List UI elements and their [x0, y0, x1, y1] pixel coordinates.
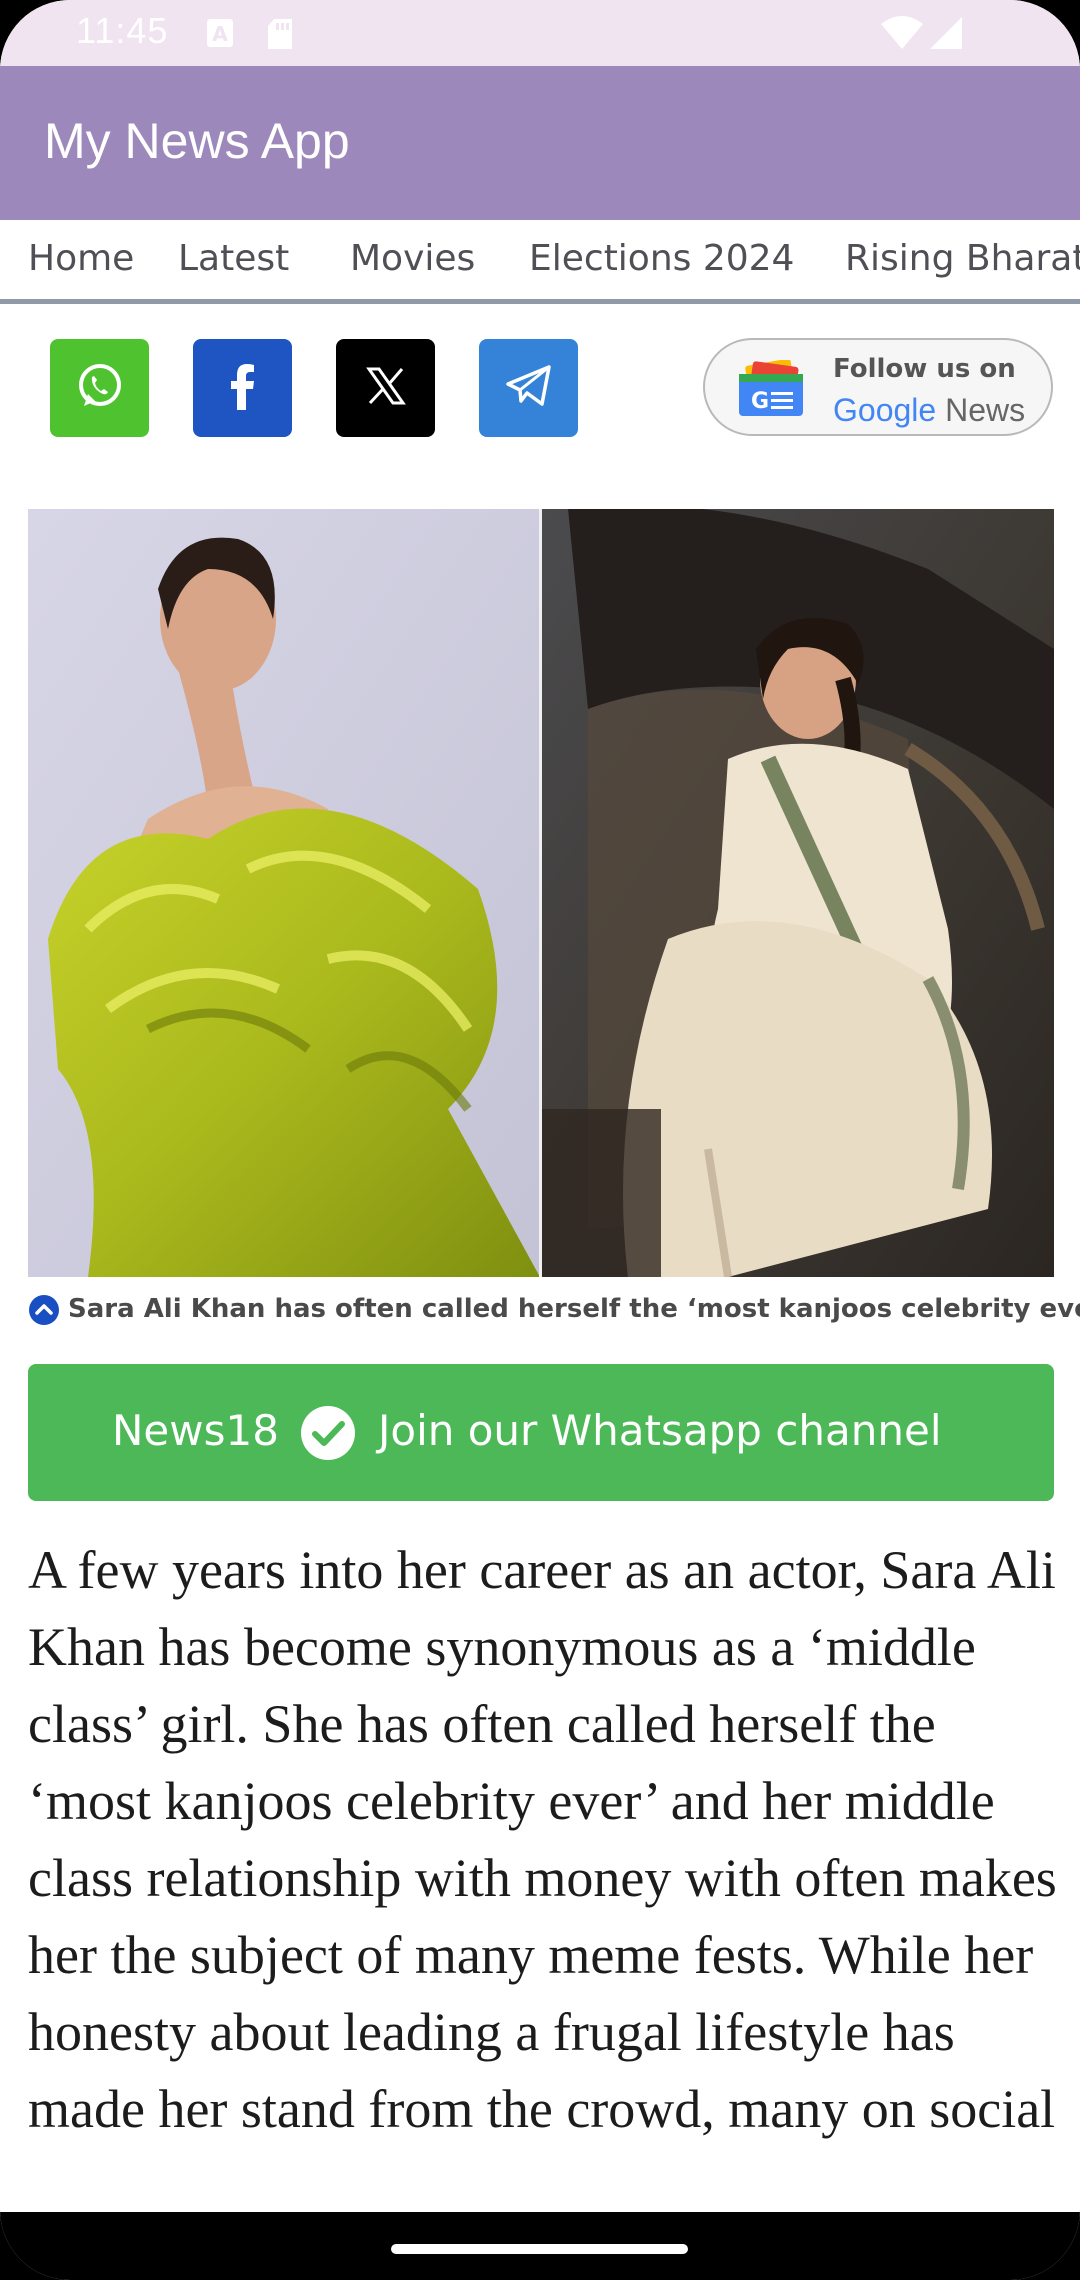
category-tabs: Home Latest Movies Elections 2024 Rising…	[0, 220, 1080, 304]
telegram-icon	[505, 364, 553, 412]
google-news-follow-label: Follow us on	[833, 354, 1016, 384]
google-news-brand: Google News	[833, 392, 1025, 429]
caption-text: Sara Ali Khan has often called herself t…	[68, 1294, 1080, 1324]
join-text: Join our Whatsapp channel	[378, 1406, 942, 1455]
google-news-follow-button[interactable]: G Follow us on Google News	[703, 338, 1053, 436]
x-share-button[interactable]	[336, 339, 435, 437]
tab-latest[interactable]: Latest	[178, 238, 289, 279]
tab-rising-bharat[interactable]: Rising Bharat	[845, 238, 1080, 279]
whatsapp-share-button[interactable]	[50, 339, 149, 437]
telegram-share-button[interactable]	[479, 339, 578, 437]
news-wordmark: News	[945, 392, 1026, 428]
svg-text:A: A	[212, 22, 228, 46]
wifi-icon	[880, 16, 924, 54]
sd-card-icon	[266, 18, 294, 54]
google-wordmark: Google	[833, 392, 937, 428]
app-bar: My News App	[0, 66, 1080, 220]
navigation-bar	[0, 2212, 1080, 2280]
join-brand: News18	[112, 1406, 279, 1455]
article-body: A few years into her career as an actor,…	[28, 1540, 1057, 2139]
verified-check-icon	[300, 1405, 356, 1465]
keyboard-a-icon: A	[206, 18, 234, 52]
tab-movies[interactable]: Movies	[350, 238, 475, 279]
join-whatsapp-channel-button[interactable]: News18 Join our Whatsapp channel	[28, 1364, 1054, 1501]
tab-elections-2024[interactable]: Elections 2024	[529, 238, 794, 279]
facebook-icon	[223, 362, 263, 414]
signal-icon	[928, 16, 964, 54]
caption-toggle-icon[interactable]	[28, 1294, 60, 1330]
image-caption: Sara Ali Khan has often called herself t…	[28, 1294, 1080, 1334]
google-news-icon: G	[737, 358, 805, 422]
app-title: My News App	[44, 113, 350, 169]
svg-text:G: G	[751, 389, 769, 414]
status-time: 11:45	[76, 10, 169, 51]
article-hero-image	[28, 509, 1054, 1277]
home-gesture-handle[interactable]	[391, 2244, 688, 2254]
phone-screen: 11:45 A My News App Home Latest Movies E…	[0, 0, 1080, 2280]
whatsapp-icon	[75, 361, 125, 415]
tab-home[interactable]: Home	[28, 238, 134, 279]
x-icon	[365, 366, 406, 410]
status-bar: 11:45 A	[0, 0, 1080, 66]
facebook-share-button[interactable]	[193, 339, 292, 437]
